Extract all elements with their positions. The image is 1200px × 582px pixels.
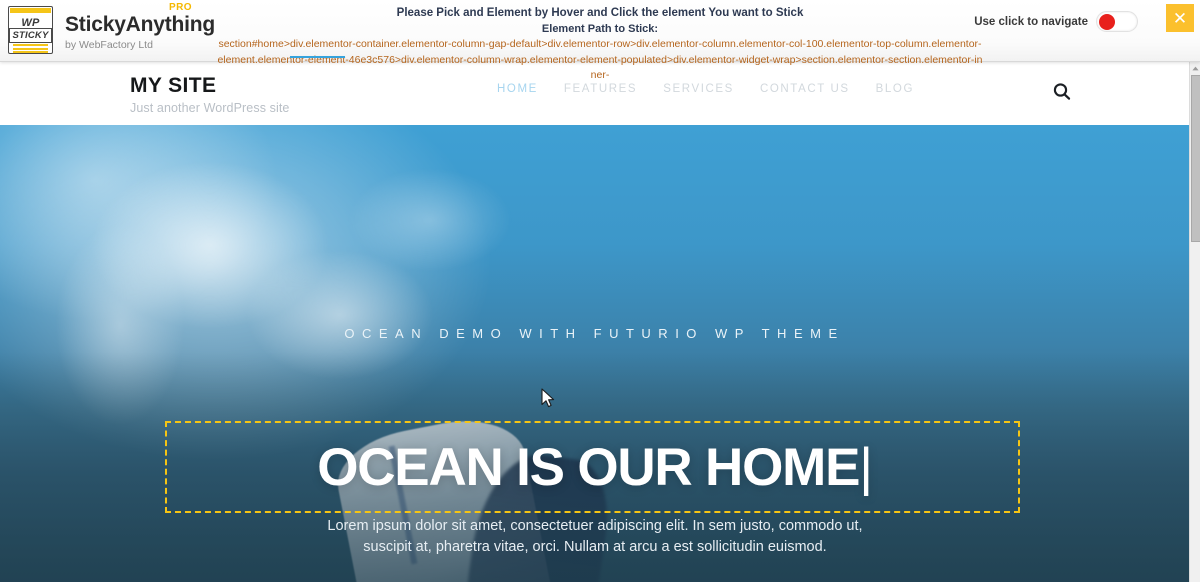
wp-sticky-logo-icon: WP STICKY [6,4,56,57]
logo-sticky-text: STICKY [9,28,52,43]
path-underline-marker [290,55,345,58]
hero-paragraph: Lorem ipsum dolor sit amet, consectetuer… [327,518,863,556]
nav-item-contact-us[interactable]: CONTACT US [760,83,850,95]
hero-title: OCEAN IS OUR HOME| [0,440,1189,496]
close-button[interactable]: ✕ [1166,4,1194,32]
scrollbar-thumb[interactable] [1190,75,1200,242]
element-path-label: Element Path to Stick: [541,23,659,36]
screen: WP STICKY StickyAnything PRO by WebFacto… [0,0,1200,582]
toggle-knob [1099,14,1115,30]
site-tagline: Just another WordPress site [130,101,290,115]
nav-item-home[interactable]: HOME [497,83,538,95]
search-icon [1053,83,1071,100]
navigate-toggle-label: Use click to navigate [974,15,1088,28]
element-path-value: section#home>div.elementor-container.ele… [217,38,983,81]
picker-info: Please Pick and Element by Hover and Cli… [200,6,1000,83]
main-navigation: HOME FEATURES SERVICES CONTACT US BLOG [497,83,914,95]
plugin-byline: by WebFactory Ltd [65,38,153,51]
hero-title-text: OCEAN IS OUR HOME [317,438,860,497]
picker-instruction: Please Pick and Element by Hover and Cli… [396,7,804,19]
website-preview: MY SITE Just another WordPress site HOME… [0,62,1189,582]
hero-section: OCEAN DEMO WITH FUTURIO WP THEME OCEAN I… [0,125,1189,582]
page-scrollbar[interactable] [1189,62,1200,582]
hero-content: OCEAN DEMO WITH FUTURIO WP THEME OCEAN I… [0,125,1189,582]
sticky-anything-toolbar: WP STICKY StickyAnything PRO by WebFacto… [0,0,1200,81]
hero-eyebrow: OCEAN DEMO WITH FUTURIO WP THEME [344,326,845,341]
nav-item-blog[interactable]: BLOG [876,83,914,95]
plugin-name-block: StickyAnything PRO by WebFactory Ltd [65,2,216,51]
nav-item-features[interactable]: FEATURES [564,83,637,95]
scroll-up-arrow-icon[interactable] [1190,62,1200,74]
nav-item-services[interactable]: SERVICES [663,83,734,95]
plugin-branding: WP STICKY StickyAnything PRO by WebFacto… [6,2,216,57]
use-click-to-navigate-toggle[interactable] [1096,11,1138,32]
plugin-title: StickyAnything [65,12,216,36]
close-icon: ✕ [1172,8,1188,28]
toolbar-controls: Use click to navigate [974,11,1138,32]
search-button[interactable] [1050,80,1074,104]
hero-title-caret: | [859,438,873,497]
pro-badge: PRO [169,1,192,13]
